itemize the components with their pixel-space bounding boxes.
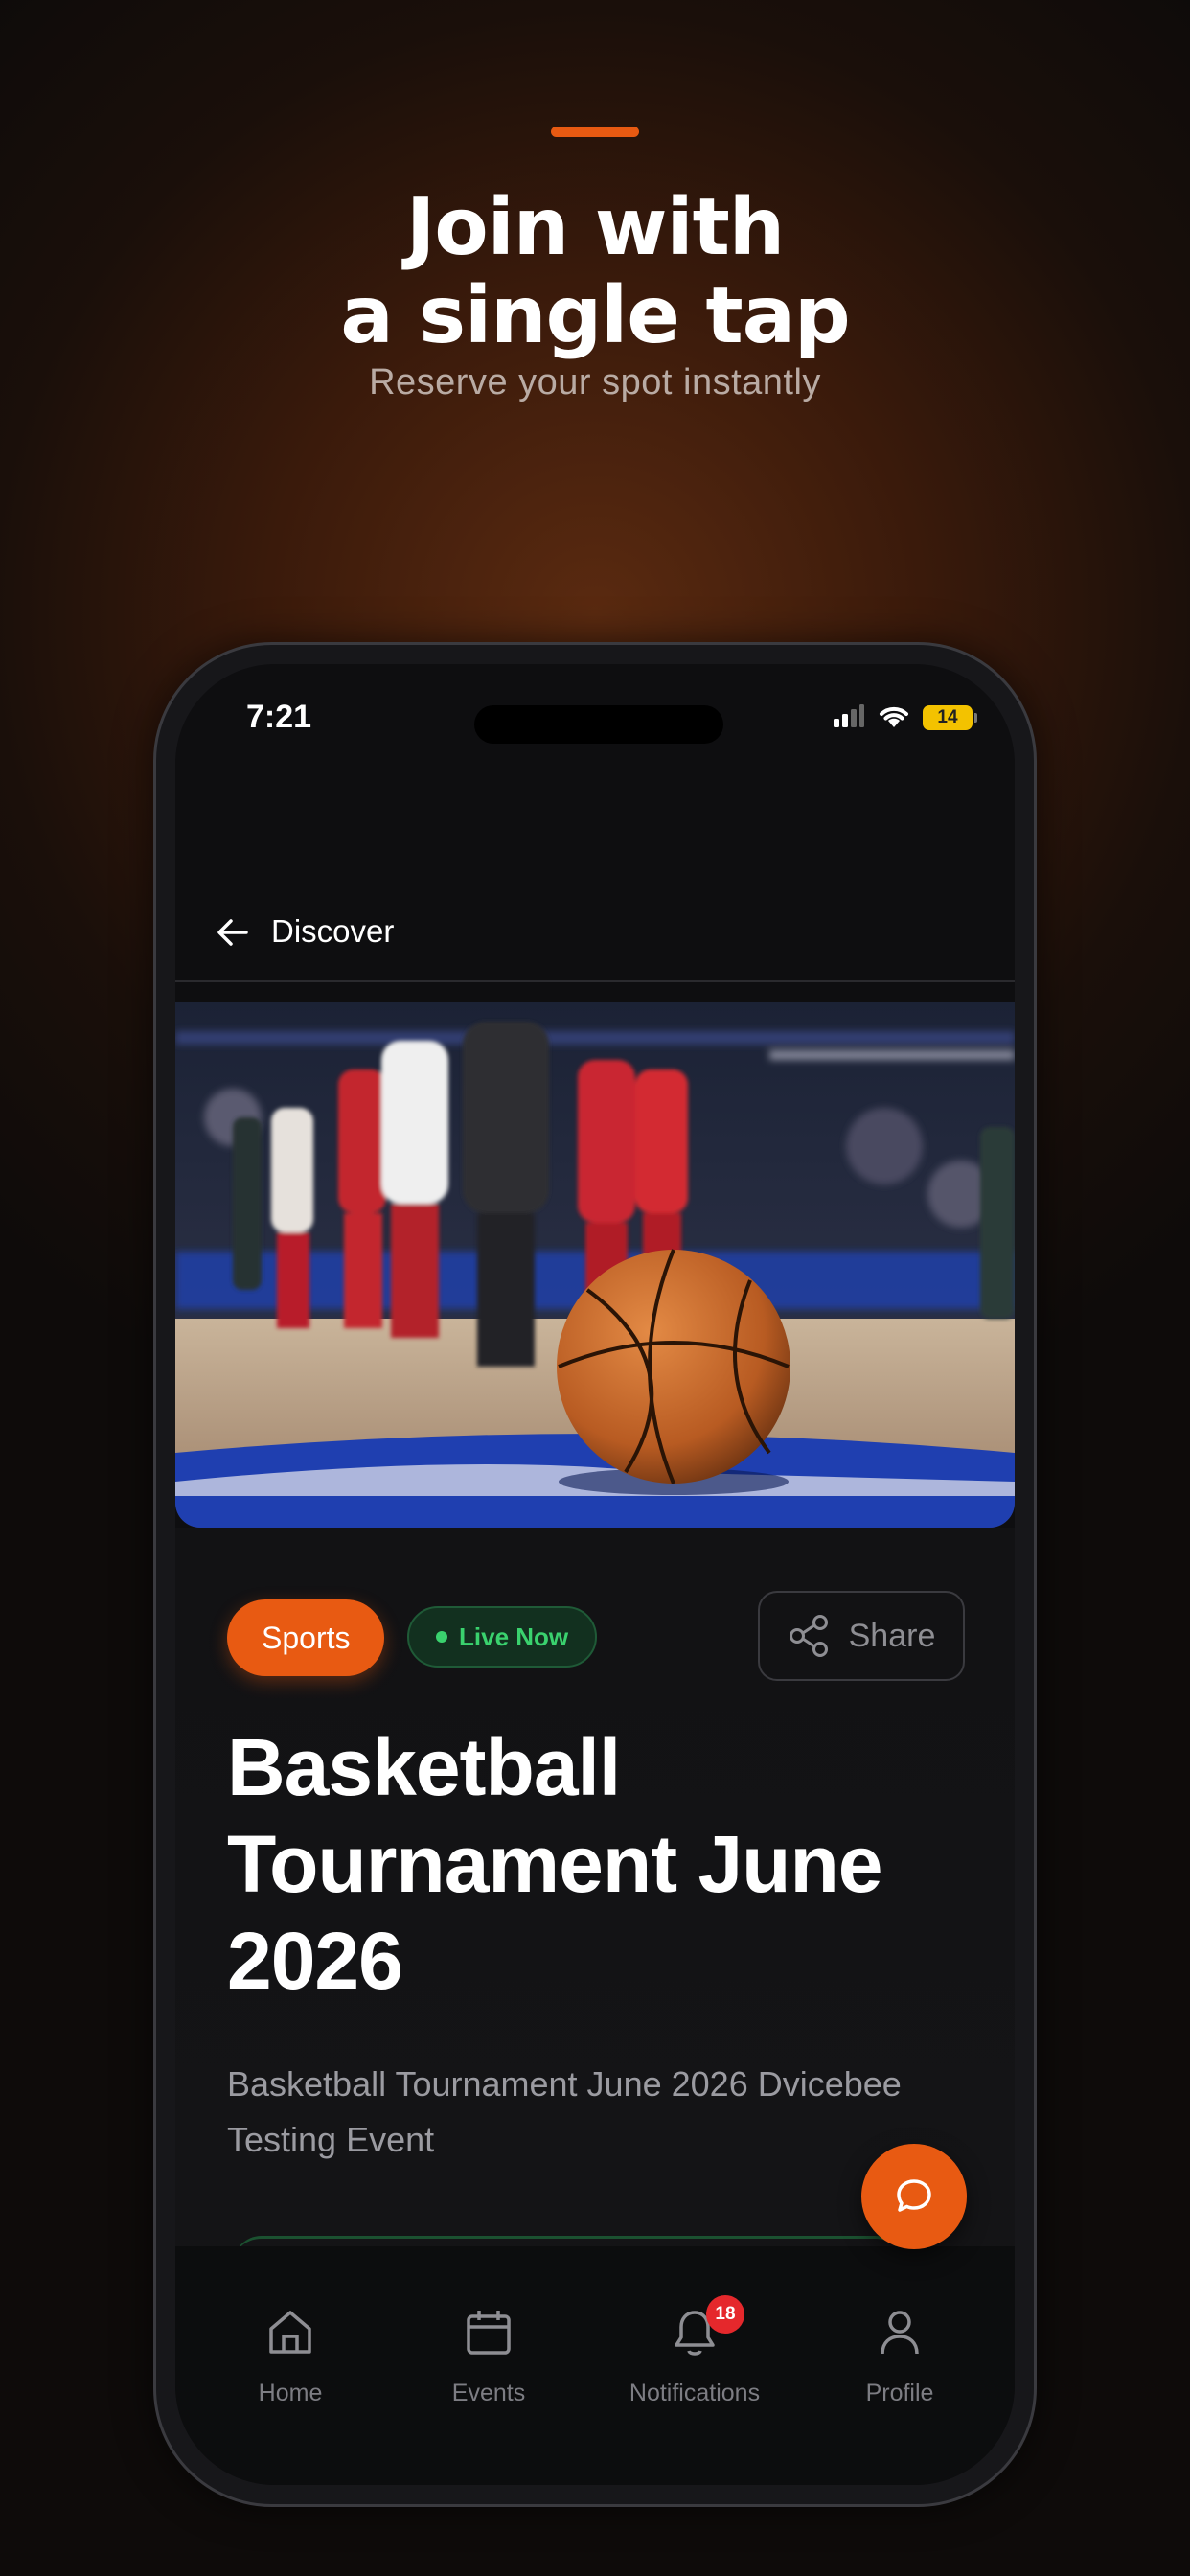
status-time: 7:21: [246, 699, 312, 735]
notification-count-badge: 18: [706, 2295, 744, 2334]
accent-bar: [551, 126, 639, 137]
calendar-icon: [467, 2311, 511, 2355]
user-icon: [881, 2311, 919, 2355]
event-hero-image: [175, 1002, 1015, 1528]
battery-icon: 14: [923, 705, 977, 730]
nav-home[interactable]: Home: [195, 2299, 386, 2407]
live-status-badge: Live Now: [407, 1606, 598, 1668]
home-icon: [269, 2311, 311, 2354]
chat-bubble-icon: [897, 2179, 931, 2212]
bottom-navigation: Home Events 18 Notifications Profile: [175, 2246, 1015, 2485]
headline-line-1: Join with: [405, 182, 785, 273]
share-icon: [789, 1615, 828, 1657]
cellular-signal-icon: [833, 703, 865, 732]
event-title: Basketball Tournament June 2026: [227, 1722, 883, 2006]
nav-profile-label: Profile: [865, 2380, 934, 2406]
phone-screen: 7:21 14 Discover Sports Live Now Share B…: [175, 664, 1015, 2485]
top-navigation-bar: Discover: [175, 885, 1015, 982]
live-dot-icon: [436, 1631, 447, 1643]
nav-events[interactable]: Events: [393, 2299, 584, 2407]
category-badge[interactable]: Sports: [227, 1599, 385, 1676]
share-button[interactable]: Share: [758, 1591, 965, 1681]
promo-headline: Join with a single tap: [0, 184, 1190, 360]
chat-button[interactable]: [861, 2144, 967, 2249]
nav-notifications-label: Notifications: [629, 2380, 761, 2406]
nav-notifications[interactable]: 18 Notifications: [599, 2295, 790, 2407]
wifi-icon: [877, 702, 911, 733]
event-details: Sports Live Now Share Basketball Tournam…: [175, 1528, 1015, 2246]
status-icons: 14: [833, 702, 977, 733]
nav-events-label: Events: [451, 2380, 526, 2406]
event-description: Basketball Tournament June 2026 Dvicebee…: [227, 2064, 902, 2159]
topbar-title: Discover: [271, 913, 395, 949]
arrow-left-icon: [217, 919, 248, 946]
live-status-label: Live Now: [459, 1622, 569, 1651]
dynamic-island: [474, 705, 723, 744]
share-label: Share: [848, 1617, 936, 1654]
phone-frame: 7:21 14 Discover Sports Live Now Share B…: [153, 642, 1037, 2507]
nav-home-label: Home: [258, 2380, 323, 2406]
nav-profile[interactable]: Profile: [804, 2299, 995, 2407]
promo-subheadline: Reserve your spot instantly: [369, 362, 821, 402]
back-button[interactable]: [212, 911, 254, 954]
headline-line-2: a single tap: [340, 270, 850, 361]
